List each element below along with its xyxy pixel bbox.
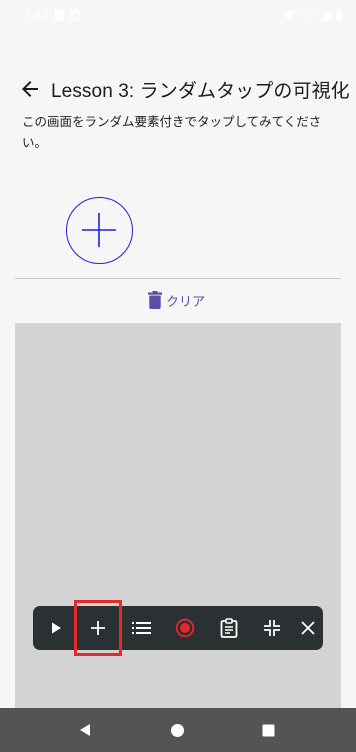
plus-target-button[interactable] xyxy=(66,197,133,264)
trash-icon xyxy=(148,291,162,309)
page-title: Lesson 3: ランダムタップの可視化 xyxy=(51,80,350,102)
status-left: 7:53 xyxy=(24,9,81,22)
sd-card-icon xyxy=(54,9,64,21)
close-button[interactable] xyxy=(288,606,328,650)
play-icon xyxy=(52,622,61,634)
signal-icon xyxy=(320,9,331,21)
app-bar: Lesson 3: ランダムタップの可視化 xyxy=(0,72,356,106)
clear-label: クリア xyxy=(166,294,206,310)
navigation-bar xyxy=(0,708,356,752)
tap-area[interactable] xyxy=(15,323,341,708)
network-type: LTE xyxy=(300,10,315,20)
list-icon xyxy=(132,622,151,634)
wifi-icon xyxy=(283,10,296,20)
recents-square-icon[interactable] xyxy=(262,724,275,737)
floating-toolbar xyxy=(33,600,323,656)
list-button[interactable] xyxy=(122,606,162,650)
status-bar: 7:53 LTE xyxy=(0,0,356,30)
clipboard-button[interactable] xyxy=(209,606,249,650)
clipboard-icon xyxy=(220,618,238,638)
play-button[interactable] xyxy=(36,606,76,650)
home-circle-icon[interactable] xyxy=(170,723,185,738)
status-right: LTE xyxy=(283,9,342,21)
back-triangle-icon[interactable] xyxy=(78,723,92,737)
collapse-icon xyxy=(264,620,280,636)
plus-icon xyxy=(82,213,116,247)
plus-icon xyxy=(91,621,105,635)
sync-icon xyxy=(69,9,81,21)
record-icon xyxy=(175,618,195,638)
collapse-button[interactable] xyxy=(252,606,292,650)
status-time: 7:53 xyxy=(24,8,49,22)
battery-icon xyxy=(336,9,342,21)
divider xyxy=(15,278,341,279)
description-text: この画面をランダム要素付きでタップしてみてください。 xyxy=(22,114,322,150)
add-button[interactable] xyxy=(74,600,122,656)
record-button[interactable] xyxy=(165,606,205,650)
close-icon xyxy=(301,621,315,635)
back-arrow-icon[interactable] xyxy=(18,77,42,101)
clear-button[interactable]: クリア xyxy=(148,289,205,311)
